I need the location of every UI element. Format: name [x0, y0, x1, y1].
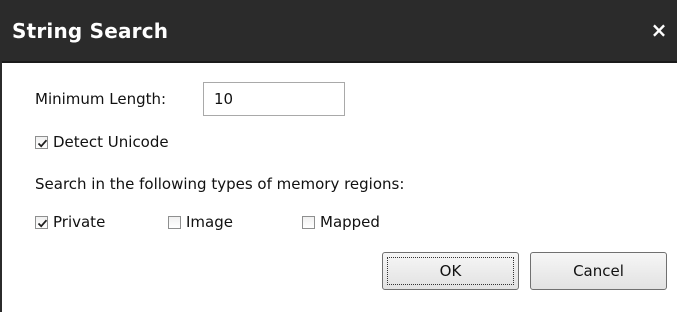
dialog-title: String Search: [12, 19, 169, 43]
region-image-checkbox[interactable]: Image: [168, 213, 233, 231]
checkmark-icon: [37, 219, 48, 228]
memory-regions-heading: Search in the following types of memory …: [35, 175, 405, 193]
minimum-length-label: Minimum Length:: [35, 90, 167, 108]
detect-unicode-label: Detect Unicode: [53, 133, 169, 151]
region-image-label: Image: [186, 213, 233, 231]
string-search-dialog: String Search × Minimum Length: Detect U…: [0, 0, 677, 312]
title-bar: String Search ×: [2, 0, 677, 63]
region-mapped-checkbox[interactable]: Mapped: [302, 213, 380, 231]
minimum-length-input[interactable]: [203, 82, 345, 116]
detect-unicode-checkbox-box[interactable]: [35, 135, 48, 149]
region-mapped-label: Mapped: [320, 213, 380, 231]
checkmark-icon: [37, 139, 48, 148]
focus-rectangle: [387, 257, 514, 285]
region-private-checkbox-box[interactable]: [35, 215, 48, 229]
region-mapped-checkbox-box[interactable]: [302, 215, 315, 229]
ok-button[interactable]: OK: [382, 252, 519, 290]
region-image-checkbox-box[interactable]: [168, 215, 181, 229]
detect-unicode-checkbox[interactable]: Detect Unicode: [35, 133, 169, 151]
cancel-button[interactable]: Cancel: [530, 252, 667, 290]
cancel-button-label: Cancel: [573, 262, 624, 280]
close-icon[interactable]: ×: [649, 18, 669, 42]
region-private-checkbox[interactable]: Private: [35, 213, 105, 231]
region-private-label: Private: [53, 213, 106, 231]
